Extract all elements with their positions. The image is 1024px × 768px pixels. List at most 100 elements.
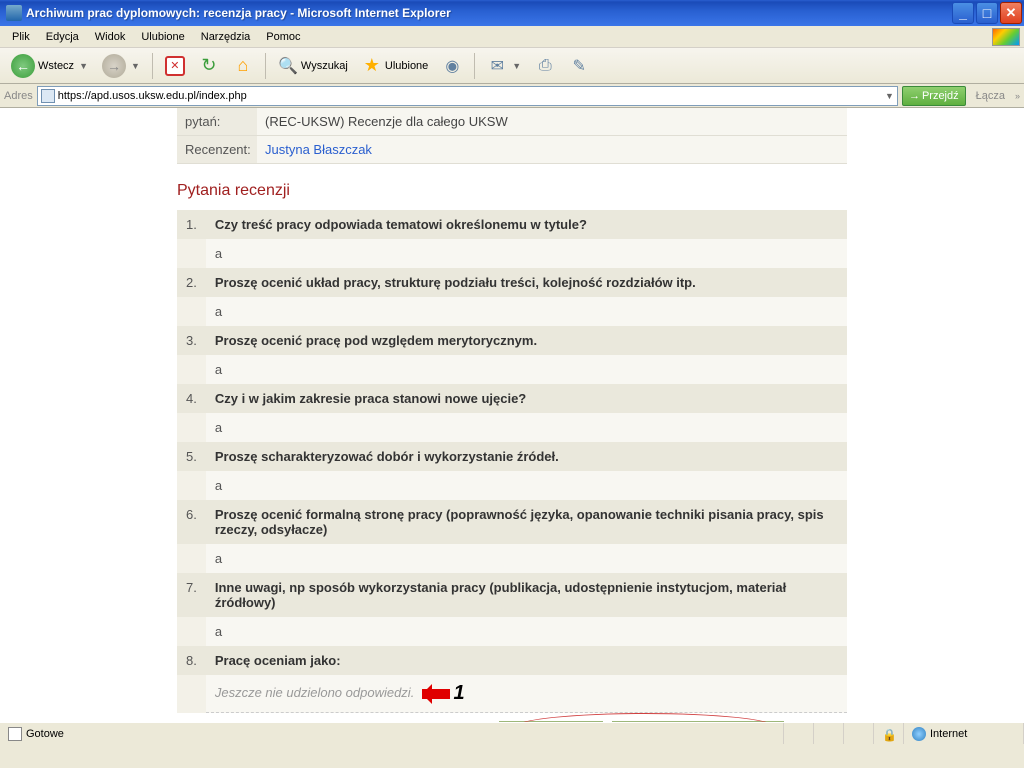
ie-icon [6, 5, 22, 21]
address-bar: Adres https://apd.usos.uksw.edu.pl/index… [0, 84, 1024, 108]
back-label: Wstecz [38, 60, 74, 72]
forward-icon: → [102, 54, 126, 78]
status-cell: 🔒 [874, 723, 904, 744]
info-row-questionset: pytań: (REC-UKSW) Recenzje dla całego UK… [177, 108, 847, 136]
answer-text: a [206, 617, 847, 646]
address-label: Adres [4, 90, 33, 102]
question-number: 3. [177, 326, 206, 355]
button-row: ZATWIERDŹ POPRAW ODPOWIEDZI 2 [177, 713, 847, 722]
mail-icon: ✉ [487, 56, 507, 76]
info-key: Recenzent: [177, 136, 257, 163]
info-row-reviewer: Recenzent: Justyna Błaszczak [177, 136, 847, 164]
menu-file[interactable]: Plik [4, 29, 38, 45]
question-text: Inne uwagi, np sposób wykorzystania prac… [206, 573, 847, 617]
address-url: https://apd.usos.uksw.edu.pl/index.php [58, 90, 880, 102]
stop-icon: ✕ [165, 56, 185, 76]
back-button[interactable]: ← Wstecz ▼ [6, 51, 93, 81]
separator [152, 53, 153, 79]
back-icon: ← [11, 54, 35, 78]
search-label: Wyszukaj [301, 60, 348, 72]
go-icon: → [909, 90, 920, 102]
go-label: Przejdź [922, 90, 959, 102]
refresh-button[interactable]: ↻ [194, 53, 224, 79]
window-title: Archiwum prac dyplomowych: recenzja prac… [26, 6, 950, 20]
section-title: Pytania recenzji [177, 182, 847, 200]
reviewer-link[interactable]: Justyna Błaszczak [265, 142, 372, 157]
annotation-number: 1 [454, 682, 465, 704]
go-button[interactable]: → Przejdź [902, 86, 966, 106]
correct-answers-button[interactable]: POPRAW ODPOWIEDZI [612, 721, 783, 722]
toolbar: ← Wstecz ▼ → ▼ ✕ ↻ ⌂ 🔍 Wyszukaj ★ Ulubio… [0, 48, 1024, 84]
close-button[interactable]: ✕ [1000, 2, 1022, 24]
answer-text: a [206, 471, 847, 500]
info-value: (REC-UKSW) Recenzje dla całego UKSW [257, 108, 847, 135]
zone-text: Internet [930, 728, 967, 740]
answer-text: a [206, 355, 847, 384]
answer-cell [177, 413, 206, 442]
media-icon: ◉ [442, 56, 462, 76]
viewport[interactable]: pytań: (REC-UKSW) Recenzje dla całego UK… [0, 108, 1024, 722]
maximize-button[interactable]: □ [976, 2, 998, 24]
question-text: Czy i w jakim zakresie praca stanowi now… [206, 384, 847, 413]
question-text: Proszę ocenić układ pracy, strukturę pod… [206, 268, 847, 297]
question-number: 4. [177, 384, 206, 413]
globe-icon [912, 727, 926, 741]
approve-button[interactable]: ZATWIERDŹ [499, 721, 603, 722]
lock-icon: 🔒 [882, 728, 894, 740]
status-text: Gotowe [26, 728, 64, 740]
menu-view[interactable]: Widok [87, 29, 134, 45]
media-button[interactable]: ◉ [437, 53, 467, 79]
answer-cell [177, 471, 206, 500]
question-number: 2. [177, 268, 206, 297]
answer-cell [177, 239, 206, 268]
chevron-down-icon: ▼ [512, 61, 521, 71]
separator [265, 53, 266, 79]
menu-tools[interactable]: Narzędzia [193, 29, 259, 45]
status-bar: Gotowe 🔒 Internet [0, 722, 1024, 744]
question-number: 6. [177, 500, 206, 544]
favorites-label: Ulubione [385, 60, 428, 72]
home-button[interactable]: ⌂ [228, 53, 258, 79]
print-button[interactable]: ⎙ [530, 53, 560, 79]
qa-table: 1.Czy treść pracy odpowiada tematowi okr… [177, 210, 847, 713]
minimize-button[interactable]: _ [952, 2, 974, 24]
menu-edit[interactable]: Edycja [38, 29, 87, 45]
answer-text: a [206, 239, 847, 268]
answer-text: a [206, 544, 847, 573]
search-icon: 🔍 [278, 56, 298, 76]
question-text: Proszę ocenić formalną stronę pracy (pop… [206, 500, 847, 544]
refresh-icon: ↻ [199, 56, 219, 76]
stop-button[interactable]: ✕ [160, 53, 190, 79]
no-answer-text: Jeszcze nie udzielono odpowiedzi. 1 [206, 675, 847, 713]
menu-favorites[interactable]: Ulubione [133, 29, 192, 45]
annotation-arrow-icon [422, 689, 450, 699]
answer-cell [177, 297, 206, 326]
menu-bar: Plik Edycja Widok Ulubione Narzędzia Pom… [0, 26, 1024, 48]
info-key: pytań: [177, 108, 257, 135]
links-label[interactable]: Łącza [970, 90, 1011, 102]
address-field[interactable]: https://apd.usos.uksw.edu.pl/index.php ▼ [37, 86, 898, 106]
question-text: Czy treść pracy odpowiada tematowi okreś… [206, 210, 847, 239]
chevron-down-icon: ▼ [79, 61, 88, 71]
answer-text: a [206, 297, 847, 326]
menu-help[interactable]: Pomoc [258, 29, 308, 45]
edit-icon: ✎ [569, 56, 589, 76]
status-zone: Internet [904, 723, 1024, 744]
chevron-down-icon[interactable]: ▼ [885, 91, 894, 101]
status-cell [784, 723, 814, 744]
forward-button[interactable]: → ▼ [97, 51, 145, 81]
answer-cell [177, 617, 206, 646]
chevron-down-icon: ▼ [131, 61, 140, 71]
star-icon: ★ [362, 56, 382, 76]
question-number: 8. [177, 646, 206, 675]
window-titlebar: Archiwum prac dyplomowych: recenzja prac… [0, 0, 1024, 26]
edit-button[interactable]: ✎ [564, 53, 594, 79]
favorites-button[interactable]: ★ Ulubione [357, 53, 433, 79]
question-text: Proszę scharakteryzować dobór i wykorzys… [206, 442, 847, 471]
mail-button[interactable]: ✉▼ [482, 53, 526, 79]
search-button[interactable]: 🔍 Wyszukaj [273, 53, 353, 79]
windows-flag-icon [992, 28, 1020, 46]
question-text: Proszę ocenić pracę pod względem merytor… [206, 326, 847, 355]
status-ready: Gotowe [0, 723, 784, 744]
answer-cell [177, 675, 206, 713]
